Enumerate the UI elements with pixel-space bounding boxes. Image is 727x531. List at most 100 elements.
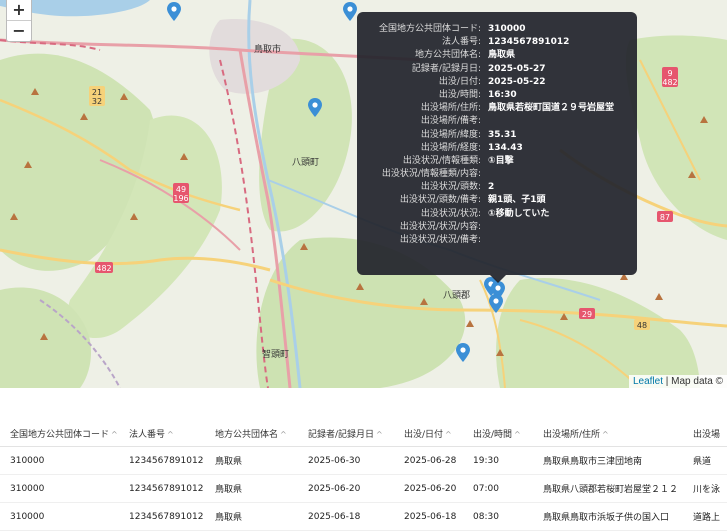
column-header[interactable]: 出没/日付 ^ xyxy=(404,427,473,440)
sort-icon[interactable]: ^ xyxy=(280,430,287,439)
column-header-label: 法人番号 xyxy=(129,429,166,440)
tooltip-value: 35.31 xyxy=(488,129,517,140)
table-row[interactable]: 310000 1234567891012 鳥取県 2025-06-18 2025-06-… xyxy=(0,503,727,531)
table-cell: 道路上 xyxy=(693,513,721,523)
leaflet-link[interactable]: Leaflet xyxy=(633,376,663,387)
column-header[interactable]: 地方公共団体名 ^ xyxy=(215,427,308,440)
place-label-yazu-gun: 八頭郡 xyxy=(443,290,470,301)
tooltip-key: 出没状況/情報種類/内容: xyxy=(381,169,481,180)
column-header[interactable]: 出没場 xyxy=(693,427,727,440)
map-marker[interactable] xyxy=(343,2,357,21)
tooltip-row: 出没状況/情報種類/内容: xyxy=(357,168,637,181)
tooltip-row: 出没/時間: 16:30 xyxy=(357,89,637,102)
map-marker[interactable] xyxy=(489,294,503,313)
svg-text:87: 87 xyxy=(660,213,670,222)
tooltip-value: 2025-05-22 xyxy=(488,76,546,87)
tooltip-key: 出没場所/備考: xyxy=(420,116,481,127)
svg-text:21: 21 xyxy=(92,88,102,97)
table-cell: 310000 xyxy=(10,455,45,466)
table-cell: 08:30 xyxy=(473,511,499,522)
table-cell: 1234567891012 xyxy=(129,511,204,522)
map-area[interactable]: 鳥取市 八頭町 智頭町 八頭郡 9 482 21 32 49 196 482 87 2… xyxy=(0,0,727,388)
tooltip-value: ①移動していた xyxy=(488,208,550,219)
sort-icon[interactable]: ^ xyxy=(445,430,452,439)
map-attribution: Leaflet | Map data © xyxy=(628,375,727,388)
map-marker[interactable] xyxy=(456,343,470,362)
tooltip-key: 出没状況/情報種類: xyxy=(402,155,481,166)
column-header[interactable]: 法人番号 ^ xyxy=(129,427,215,440)
column-header-label: 出没場所/住所 xyxy=(543,429,601,440)
table-cell: 19:30 xyxy=(473,455,499,466)
sightings-table: 全国地方公共団体コード ^ 法人番号 ^ 地方公共団体名 ^ 記録者/記録月日 ^ 出没/日付 ^… xyxy=(0,420,727,531)
svg-text:29: 29 xyxy=(582,310,592,319)
tooltip-value: 2 xyxy=(488,182,495,193)
sort-icon[interactable]: ^ xyxy=(376,430,383,439)
tooltip-row: 出没状況/情報種類: ①目撃 xyxy=(357,155,637,168)
sort-icon[interactable]: ^ xyxy=(167,430,174,439)
tooltip-key: 出没/時間: xyxy=(438,89,481,100)
table-cell: 2025-06-18 xyxy=(308,511,361,522)
tooltip-row: 出没状況/頭数: 2 xyxy=(357,181,637,194)
zoom-out-button[interactable]: − xyxy=(7,21,31,41)
tooltip-row: 全国地方公共団体コード: 310000 xyxy=(357,23,637,36)
tooltip-key: 出没場所/経度: xyxy=(420,142,481,153)
table-cell: 310000 xyxy=(10,483,45,494)
column-header-label: 地方公共団体名 xyxy=(215,429,279,440)
table-cell: 1234567891012 xyxy=(129,483,204,494)
tooltip-rows: 全国地方公共団体コード: 310000 法人番号: 1234567891012 地方公共… xyxy=(357,23,637,247)
tooltip-key: 出没状況/状況: xyxy=(420,208,481,219)
table-cell: 1234567891012 xyxy=(129,455,204,466)
tooltip-value: 310000 xyxy=(488,24,526,34)
column-header[interactable]: 出没/時間 ^ xyxy=(473,427,543,440)
tooltip-row: 法人番号: 1234567891012 xyxy=(357,36,637,49)
tooltip-row: 出没場所/備考: xyxy=(357,115,637,128)
column-header-label: 出没/日付 xyxy=(404,429,444,440)
marker-tooltip: 全国地方公共団体コード: 310000 法人番号: 1234567891012 地方公共… xyxy=(357,12,637,283)
place-label-tottori: 鳥取市 xyxy=(254,43,281,55)
tooltip-value: 1234567891012 xyxy=(488,37,570,48)
map-marker[interactable] xyxy=(167,2,181,21)
tooltip-value: 2025-05-27 xyxy=(488,63,546,74)
tooltip-row: 記録者/記録月日: 2025-05-27 xyxy=(357,63,637,76)
table-cell: 鳥取県 xyxy=(215,513,243,523)
table-cell: 鳥取県 xyxy=(215,485,243,495)
table-cell: 県道 xyxy=(693,457,712,467)
tooltip-row: 出没状況/状況/備考: xyxy=(357,234,637,247)
tooltip-key: 出没状況/状況/内容: xyxy=(399,221,481,232)
svg-text:482: 482 xyxy=(662,78,677,87)
tooltip-key: 出没状況/状況/備考: xyxy=(399,235,481,245)
table-cell: 07:00 xyxy=(473,483,499,494)
zoom-in-button[interactable]: + xyxy=(7,0,31,21)
tooltip-row: 出没場所/住所: 鳥取県若桜町国道２９号岩屋堂 xyxy=(357,102,637,115)
table-row[interactable]: 310000 1234567891012 鳥取県 2025-06-30 2025-06-… xyxy=(0,447,727,475)
tooltip-key: 出没状況/頭数: xyxy=(420,182,481,193)
tooltip-key: 地方公共団体名: xyxy=(414,50,481,61)
attribution-text: | Map data © xyxy=(663,376,723,387)
tooltip-key: 出没場所/住所: xyxy=(420,103,481,114)
map-marker[interactable] xyxy=(308,98,322,117)
table-cell: 2025-06-20 xyxy=(308,483,361,494)
table-cell: 鳥取県八頭郡若桜町岩屋堂２１２ xyxy=(543,485,679,495)
tooltip-key: 全国地方公共団体コード: xyxy=(378,24,481,34)
sort-icon[interactable]: ^ xyxy=(111,430,118,439)
tooltip-value: 134.43 xyxy=(488,142,523,153)
table-cell: 鳥取県鳥取市三津団地南 xyxy=(543,457,643,467)
tooltip-key: 出没場所/緯度: xyxy=(420,129,481,140)
tooltip-row: 出没場所/経度: 134.43 xyxy=(357,142,637,155)
table-cell: 鳥取県鳥取市浜坂子供の国入口 xyxy=(543,513,670,523)
column-header-label: 出没/時間 xyxy=(473,429,513,440)
column-header[interactable]: 全国地方公共団体コード ^ xyxy=(0,427,129,440)
table-row[interactable]: 310000 1234567891012 鳥取県 2025-06-20 2025-06-… xyxy=(0,475,727,503)
svg-text:32: 32 xyxy=(92,97,102,106)
column-header[interactable]: 記録者/記録月日 ^ xyxy=(308,427,404,440)
sort-icon[interactable]: ^ xyxy=(514,430,521,439)
place-label-yazu: 八頭町 xyxy=(292,157,319,168)
svg-text:49: 49 xyxy=(176,185,186,194)
column-header[interactable]: 出没場所/住所 ^ xyxy=(543,427,693,440)
tooltip-value: 鳥取県 xyxy=(488,50,516,61)
tooltip-row: 出没場所/緯度: 35.31 xyxy=(357,129,637,142)
tooltip-row: 出没状況/状況: ①移動していた xyxy=(357,208,637,221)
tooltip-value: 親1頭、子1頭 xyxy=(488,195,546,206)
sort-icon[interactable]: ^ xyxy=(602,430,609,439)
table-cell: 川を泳 xyxy=(693,485,721,495)
